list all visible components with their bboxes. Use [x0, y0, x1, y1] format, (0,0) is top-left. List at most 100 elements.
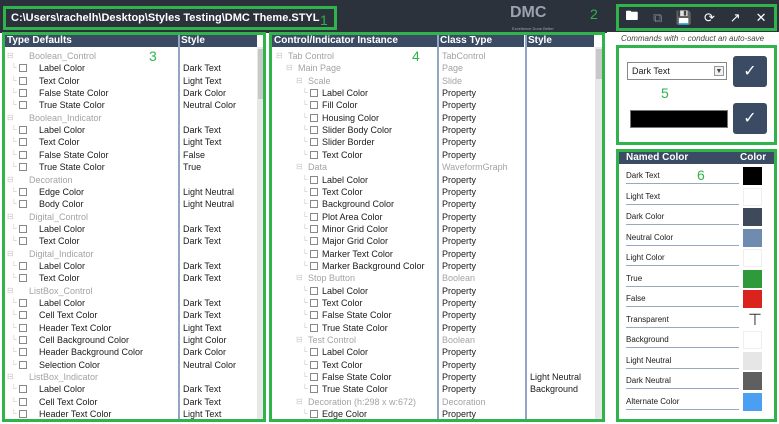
color-swatch[interactable]: [743, 208, 762, 226]
checkbox[interactable]: [310, 101, 318, 110]
tree-collapse-icon[interactable]: ⊟: [296, 161, 306, 173]
tree-row[interactable]: └ True State Color Property Background: [272, 383, 592, 395]
checkbox[interactable]: [19, 274, 27, 283]
copy-icon[interactable]: ⧉: [645, 7, 671, 28]
checkbox[interactable]: [310, 261, 318, 270]
tree-collapse-icon[interactable]: ⊟: [7, 174, 17, 186]
checkbox[interactable]: [19, 299, 27, 307]
tree-collapse-icon[interactable]: ⊟: [296, 75, 306, 87]
list-item[interactable]: └Cell Background ColorLight Color: [5, 421, 255, 423]
checkbox[interactable]: [19, 224, 27, 233]
checkbox[interactable]: [310, 89, 318, 98]
checkbox[interactable]: [310, 360, 318, 369]
named-color-row[interactable]: Dark Color: [626, 207, 739, 225]
tree-row[interactable]: └ Major Grid Color Property: [272, 235, 592, 247]
color-preview-field[interactable]: [630, 110, 728, 128]
tree-collapse-icon[interactable]: ⊟: [276, 50, 286, 62]
tree-row[interactable]: └ Fill Color Property: [272, 99, 592, 111]
named-color-row[interactable]: Background: [626, 330, 739, 348]
style-select[interactable]: Dark Text ▼: [627, 62, 727, 80]
refresh-icon[interactable]: ⟳: [696, 7, 722, 28]
tree-row[interactable]: └ False State Color Property Light Neutral: [272, 371, 592, 383]
checkbox[interactable]: [19, 138, 27, 147]
tree-collapse-icon[interactable]: ⊟: [7, 211, 17, 223]
color-swatch[interactable]: ⊤: [743, 311, 762, 329]
tree-row[interactable]: └ True State Color Property: [272, 322, 592, 334]
tree-collapse-icon[interactable]: ⊟: [296, 272, 306, 284]
named-color-row[interactable]: Alternate Color: [626, 392, 739, 410]
checkbox[interactable]: [19, 261, 27, 270]
tree-row[interactable]: └ Label Color Property: [272, 346, 592, 358]
checkbox[interactable]: [310, 212, 318, 221]
list-item[interactable]: └ True State Color Neutral Color: [5, 99, 255, 111]
color-swatch[interactable]: [743, 187, 762, 206]
list-item[interactable]: └ Cell Text Color Dark Text: [5, 396, 255, 408]
checkbox[interactable]: [310, 150, 318, 159]
checkbox[interactable]: [310, 410, 318, 419]
named-color-row[interactable]: True: [626, 269, 739, 287]
save-icon[interactable]: 💾: [671, 7, 697, 28]
checkbox[interactable]: [19, 126, 27, 135]
checkbox[interactable]: [19, 397, 27, 406]
tree-row[interactable]: └ Label Color Property: [272, 174, 592, 186]
tree-collapse-icon[interactable]: ⊟: [7, 248, 17, 260]
checkbox[interactable]: [19, 89, 27, 98]
named-color-row[interactable]: Transparent: [626, 310, 739, 328]
checkbox[interactable]: [19, 187, 27, 196]
tree-row[interactable]: └ Slider Border Property: [272, 136, 592, 148]
tree-collapse-icon[interactable]: ⊟: [7, 285, 17, 297]
checkbox[interactable]: [310, 249, 318, 258]
list-item[interactable]: └ False State Color False: [5, 149, 255, 161]
list-item[interactable]: └ Text Color Dark Text: [5, 272, 255, 284]
apply-color-button[interactable]: ✓: [733, 103, 767, 134]
tree-row[interactable]: └ Plot Area Color Property: [272, 211, 592, 223]
list-item[interactable]: └ Text Color Dark Text: [5, 235, 255, 247]
list-item[interactable]: └ Label Color Dark Text: [5, 260, 255, 272]
tree-row[interactable]: └ Label Color Property: [272, 285, 592, 297]
tree-row[interactable]: └ Text Color Property: [272, 359, 592, 371]
checkbox[interactable]: [310, 286, 318, 295]
checkbox[interactable]: [19, 348, 27, 357]
tree-row[interactable]: └ Slider Body Color Property: [272, 124, 592, 136]
list-item[interactable]: └Cell Background ColorLight Color: [5, 334, 255, 346]
tree-collapse-icon[interactable]: ⊟: [7, 50, 17, 62]
checkbox[interactable]: [310, 200, 318, 209]
list-item[interactable]: └ Text Color Light Text: [5, 75, 255, 87]
color-swatch[interactable]: [743, 249, 762, 267]
color-swatch[interactable]: [743, 290, 762, 308]
list-item[interactable]: └ Body Color Light Neutral: [5, 198, 255, 210]
tree-collapse-icon[interactable]: ⊟: [286, 62, 296, 74]
list-item[interactable]: └ Label Color Dark Text: [5, 124, 255, 136]
list-item[interactable]: └ Cell Text Color Dark Text: [5, 309, 255, 321]
scrollbar-thumb[interactable]: [596, 49, 602, 79]
popout-icon[interactable]: ↗: [722, 7, 748, 28]
checkbox[interactable]: [310, 175, 318, 184]
tree-collapse-icon[interactable]: ⊟: [7, 112, 17, 124]
checkbox[interactable]: [310, 323, 318, 332]
checkbox[interactable]: [19, 237, 27, 246]
chevron-down-icon[interactable]: ▼: [714, 66, 724, 76]
checkbox[interactable]: [310, 138, 318, 147]
checkbox[interactable]: [310, 385, 318, 394]
tree-collapse-icon[interactable]: ⊟: [296, 334, 306, 346]
list-item[interactable]: └ Label Color Dark Text: [5, 223, 255, 235]
checkbox[interactable]: [310, 311, 318, 320]
list-item[interactable]: └ Text Color Light Text: [5, 136, 255, 148]
checkbox[interactable]: [19, 311, 27, 320]
tree-row[interactable]: └ Housing Color Property: [272, 112, 592, 124]
tree-row[interactable]: └ Marker Text Color Property: [272, 248, 592, 260]
checkbox[interactable]: [19, 323, 27, 332]
named-color-row[interactable]: Light Color: [626, 248, 739, 266]
named-color-row[interactable]: False: [626, 289, 739, 307]
named-color-row[interactable]: Light Text: [626, 187, 739, 205]
list-item[interactable]: └ True State Color True: [5, 161, 255, 173]
close-icon[interactable]: ✕: [748, 7, 774, 28]
color-swatch[interactable]: [743, 269, 762, 288]
instances-scrollbar[interactable]: [595, 47, 602, 419]
tree-row[interactable]: └ Text Color Property: [272, 149, 592, 161]
checkbox[interactable]: [310, 348, 318, 357]
checkbox[interactable]: [19, 101, 27, 110]
list-item[interactable]: └ Header Text Color Light Text: [5, 322, 255, 334]
folder-open-icon[interactable]: 🖿: [619, 7, 645, 28]
list-item[interactable]: └ Edge Color Light Neutral: [5, 186, 255, 198]
